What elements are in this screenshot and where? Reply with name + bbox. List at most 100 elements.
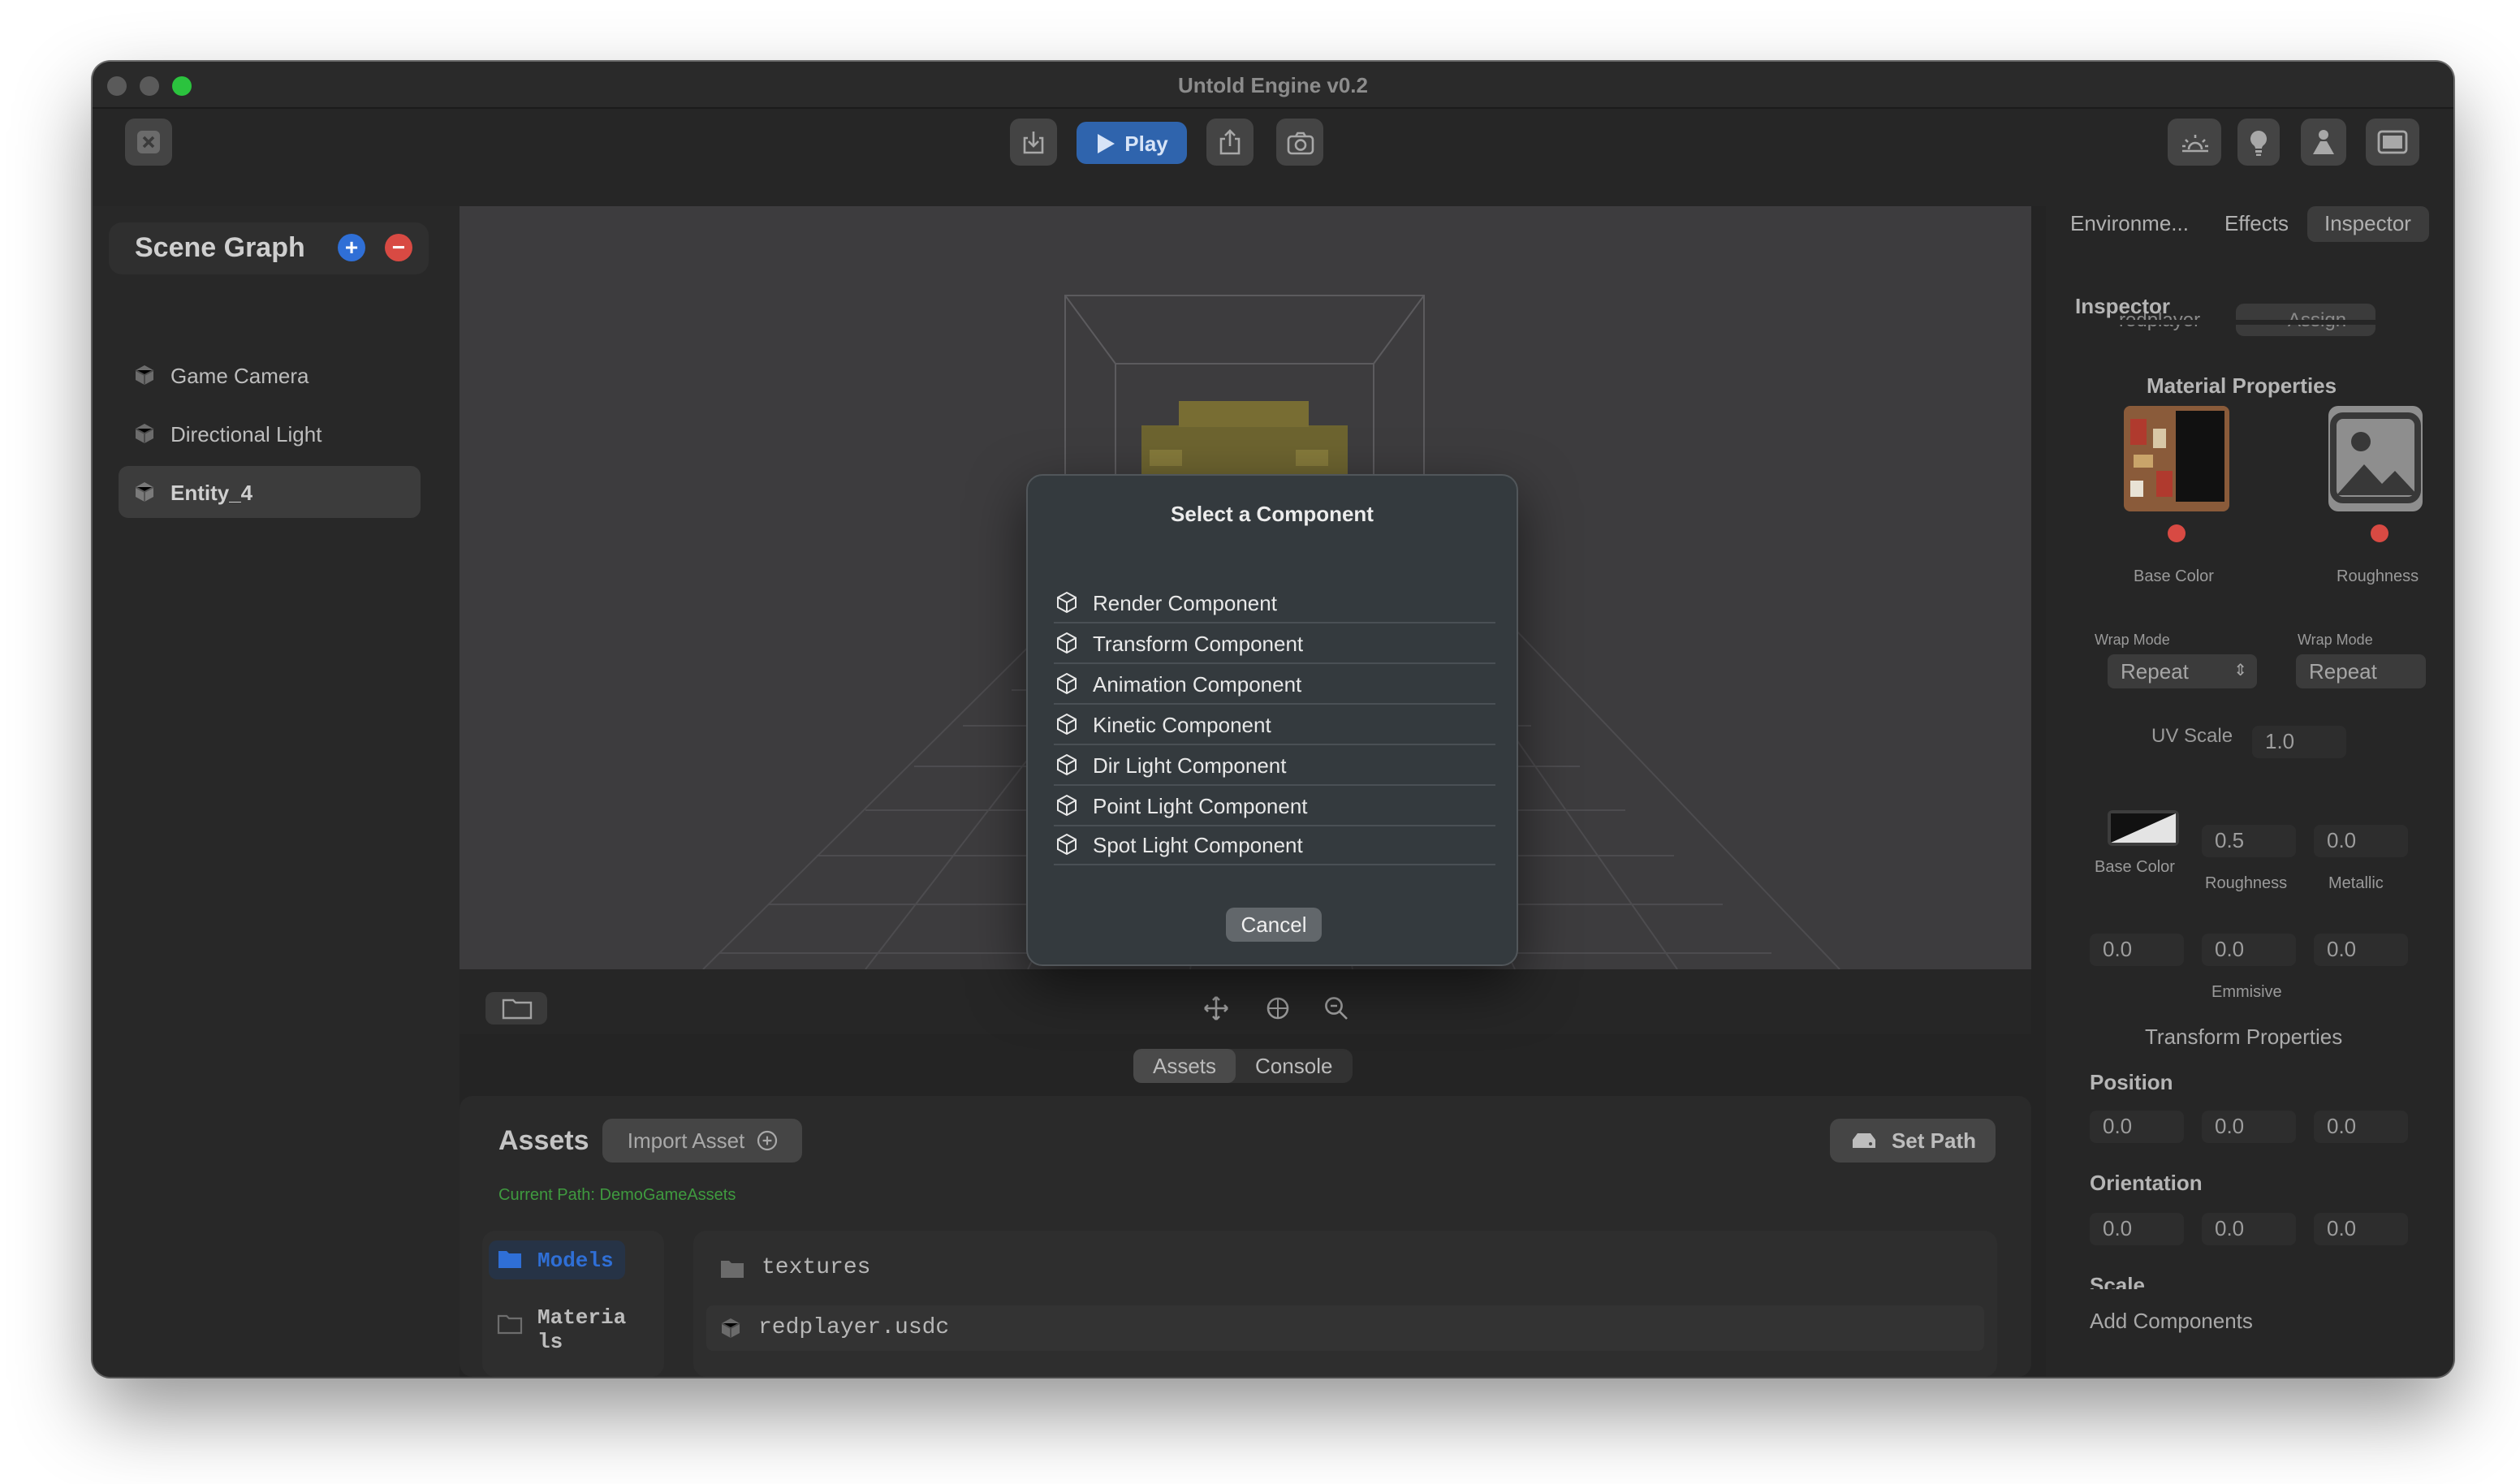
environment-toggle-button[interactable] <box>2168 119 2221 166</box>
import-asset-button[interactable]: Import Asset <box>602 1119 802 1163</box>
save-scene-button[interactable] <box>1010 119 1057 166</box>
folder-materials[interactable]: Materia ls <box>497 1305 626 1354</box>
tab-console[interactable]: Console <box>1236 1049 1352 1083</box>
transform-title: Transform Properties <box>2145 1025 2343 1049</box>
layout-toggle-button[interactable] <box>2366 119 2419 166</box>
base-color-swatch[interactable] <box>2108 810 2179 846</box>
scene-item-label: Game Camera <box>170 363 309 387</box>
bottom-tabs: Assets Console <box>1133 1049 1353 1083</box>
position-x-field[interactable]: 0.0 <box>2090 1111 2184 1143</box>
rotate-icon <box>1266 997 1289 1020</box>
wrap-mode-select[interactable]: Repeat ⇕ <box>2108 654 2257 688</box>
scene-item-game-camera[interactable]: Game Camera <box>119 349 421 401</box>
material-title: Material Properties <box>2147 373 2337 398</box>
add-components-button[interactable]: Add Components <box>2090 1309 2253 1333</box>
base-color-texture[interactable] <box>2124 406 2229 511</box>
title-bar: Untold Engine v0.2 <box>93 62 2453 109</box>
download-tray-icon <box>1023 132 1044 154</box>
component-label: Animation Component <box>1093 671 1302 696</box>
scale-label: Scale <box>2090 1273 2145 1289</box>
component-label: Spot Light Component <box>1093 832 1303 856</box>
component-label: Kinetic Component <box>1093 712 1271 736</box>
texture-label: Roughness <box>2337 568 2419 586</box>
wrap-mode-value: Repeat <box>2309 659 2377 684</box>
assets-panel: Assets Import Asset Set Path Current Pat… <box>460 1096 2031 1377</box>
folder-icon <box>501 999 532 1020</box>
cube-icon <box>1054 711 1080 737</box>
roughness-texture[interactable] <box>2328 406 2423 511</box>
flask-icon <box>2313 129 2334 153</box>
asset-folders: Models Materia ls <box>482 1231 664 1377</box>
close-scene-button[interactable] <box>125 119 172 166</box>
component-label: Render Component <box>1093 590 1277 615</box>
tab-environment[interactable]: Environme... <box>2052 206 2207 242</box>
remove-roughness-button[interactable] <box>2371 524 2388 542</box>
cube-icon <box>1054 671 1080 697</box>
move-arrows-icon <box>1204 996 1228 1020</box>
add-entity-button[interactable]: + <box>338 234 365 261</box>
debug-toggle-button[interactable] <box>2301 119 2346 166</box>
component-option-kinetic[interactable]: Kinetic Component <box>1054 705 1495 745</box>
file-name: redplayer.usdc <box>758 1315 950 1341</box>
tab-effects[interactable]: Effects <box>2207 206 2306 242</box>
right-tabs: Environme... Effects Inspector <box>2052 206 2429 242</box>
set-path-button[interactable]: Set Path <box>1830 1119 1996 1163</box>
zoom-tool-button[interactable] <box>1322 994 1351 1023</box>
uv-scale-field[interactable]: 1.0 <box>2252 726 2346 758</box>
dialog-title: Select a Component <box>1171 502 1374 526</box>
component-option-render[interactable]: Render Component <box>1054 583 1495 623</box>
cube-icon <box>135 424 154 443</box>
set-path-label: Set Path <box>1891 1128 1976 1153</box>
tab-assets[interactable]: Assets <box>1133 1049 1236 1083</box>
screenshot-button[interactable] <box>1276 119 1323 166</box>
wrap-mode-select[interactable]: Repeat <box>2296 654 2426 688</box>
metallic-field[interactable]: 0.0 <box>2314 825 2408 857</box>
tab-inspector[interactable]: Inspector <box>2306 206 2429 242</box>
toolbar <box>93 109 2453 206</box>
scene-graph-header: Scene Graph + − <box>109 222 429 274</box>
component-option-transform[interactable]: Transform Component <box>1054 623 1495 664</box>
rotate-tool-button[interactable] <box>1263 994 1292 1023</box>
orientation-y-field[interactable]: 0.0 <box>2202 1213 2296 1245</box>
folder-models[interactable]: Models <box>489 1240 625 1279</box>
component-option-spot-light[interactable]: Spot Light Component <box>1054 825 1495 865</box>
camera-icon <box>1286 131 1314 154</box>
current-path: Current Path: DemoGameAssets <box>498 1187 736 1205</box>
component-option-point-light[interactable]: Point Light Component <box>1054 786 1495 826</box>
file-row[interactable]: textures <box>706 1245 1984 1291</box>
component-option-animation[interactable]: Animation Component <box>1054 664 1495 705</box>
remove-base-color-button[interactable] <box>2168 524 2186 542</box>
select-component-dialog: Select a Component Render Component Tran… <box>1026 474 1518 966</box>
orientation-z-field[interactable]: 0.0 <box>2314 1213 2408 1245</box>
file-name: textures <box>762 1255 871 1281</box>
folder-icon <box>721 1260 744 1277</box>
emissive-b-field[interactable]: 0.0 <box>2314 934 2408 966</box>
base-color-label: Base Color <box>2095 859 2175 877</box>
play-button[interactable]: Play <box>1077 122 1187 164</box>
emissive-g-field[interactable]: 0.0 <box>2202 934 2296 966</box>
browse-button[interactable] <box>485 992 547 1025</box>
scene-item-label: Entity_4 <box>170 480 253 504</box>
position-y-field[interactable]: 0.0 <box>2202 1111 2296 1143</box>
folder-icon <box>497 1314 523 1335</box>
close-square-icon <box>137 131 160 153</box>
scene-item-entity-4[interactable]: Entity_4 <box>119 466 421 518</box>
lightbulb-icon <box>2250 130 2267 155</box>
scene-item-directional-light[interactable]: Directional Light <box>119 408 421 459</box>
orientation-x-field[interactable]: 0.0 <box>2090 1213 2184 1245</box>
lighting-toggle-button[interactable] <box>2237 119 2280 166</box>
texture-thumbnail <box>2124 406 2229 511</box>
remove-entity-button[interactable]: − <box>385 234 412 261</box>
move-tool-button[interactable] <box>1202 994 1231 1023</box>
play-icon <box>1097 133 1115 153</box>
position-z-field[interactable]: 0.0 <box>2314 1111 2408 1143</box>
emissive-r-field[interactable]: 0.0 <box>2090 934 2184 966</box>
cancel-button[interactable]: Cancel <box>1226 908 1322 942</box>
cube-icon <box>721 1318 740 1338</box>
export-button[interactable] <box>1206 119 1254 166</box>
roughness-field[interactable]: 0.5 <box>2202 825 2296 857</box>
file-row[interactable]: redplayer.usdc <box>706 1305 1984 1351</box>
component-option-dir-light[interactable]: Dir Light Component <box>1054 745 1495 786</box>
import-asset-label: Import Asset <box>627 1128 745 1153</box>
component-label: Transform Component <box>1093 631 1304 655</box>
